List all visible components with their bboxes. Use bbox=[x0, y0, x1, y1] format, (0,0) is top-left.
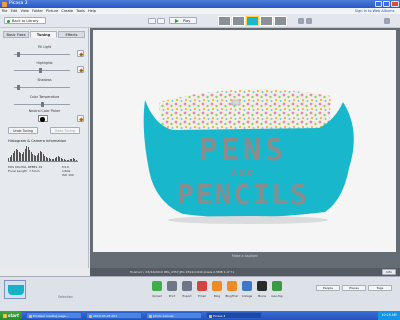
filmstrip-thumbnail[interactable] bbox=[274, 16, 287, 26]
histogram bbox=[8, 145, 78, 162]
print-icon[interactable] bbox=[167, 281, 177, 291]
info-button[interactable]: Info bbox=[382, 269, 396, 275]
filmstrip-thumbnail[interactable] bbox=[218, 16, 231, 26]
histogram-bar bbox=[75, 160, 77, 161]
taskbar-item-active[interactable]: Picasa 3 bbox=[206, 312, 262, 319]
play-label: Play bbox=[183, 19, 191, 23]
taskbar-item[interactable]: 2010-03-25 001 bbox=[86, 312, 142, 319]
play-icon bbox=[175, 19, 179, 24]
rotate-right-icon[interactable] bbox=[306, 18, 312, 24]
geotag-label: Geo-Tag bbox=[271, 294, 283, 298]
collage-icon[interactable] bbox=[242, 281, 252, 291]
fill-light-label: Fill Light bbox=[37, 45, 52, 49]
shadows-label: Shadows bbox=[37, 78, 52, 82]
collage-label: Collage bbox=[241, 294, 253, 298]
photo-info-text: finished • 03/24/2010 IMG_2357.JPG 2592x… bbox=[130, 270, 235, 274]
neutral-color-swatch[interactable] bbox=[38, 115, 48, 122]
eyedropper-icon[interactable] bbox=[77, 50, 84, 57]
rotate-left-icon[interactable] bbox=[298, 18, 304, 24]
tags-button[interactable]: Tags bbox=[368, 285, 392, 291]
photo-canvas[interactable]: PENS AND PENCILS Make a caption! bbox=[90, 28, 400, 268]
print-label: Print bbox=[168, 294, 176, 298]
neutral-color-picker-label: Neutral Color Picker bbox=[28, 109, 61, 113]
taskbar-clock: 10:16 AM bbox=[378, 311, 400, 320]
iso: ISO 100 bbox=[62, 173, 74, 177]
pouch-lining bbox=[159, 89, 331, 130]
selection-label: Selection bbox=[58, 295, 73, 299]
taskbar-item[interactable]: photo tutorial bbox=[146, 312, 202, 319]
back-to-library-label: Back to Library bbox=[12, 19, 39, 23]
eyedropper-icon[interactable] bbox=[77, 115, 84, 122]
color-temperature-slider[interactable] bbox=[14, 102, 70, 107]
pouch-text-pens: PENS bbox=[199, 133, 287, 168]
next-photo-button[interactable] bbox=[157, 18, 165, 24]
slider-knob[interactable] bbox=[16, 85, 20, 90]
highlights-label: Highlights bbox=[36, 61, 53, 65]
zoom-icon[interactable] bbox=[384, 18, 390, 24]
pouch-text-pencils: PENCILS bbox=[177, 178, 309, 211]
email-label: Email bbox=[198, 294, 206, 298]
histogram-title: Histogram & Camera Information bbox=[8, 139, 67, 143]
highlights-slider[interactable] bbox=[14, 68, 70, 73]
movie-label: Movie bbox=[257, 294, 267, 298]
slider-knob[interactable] bbox=[16, 52, 20, 57]
close-button[interactable] bbox=[391, 1, 399, 7]
focal-length: Focal Length: 7.5mm bbox=[8, 169, 40, 173]
window-title: Picasa 3 bbox=[9, 1, 28, 6]
shadows-slider[interactable] bbox=[14, 85, 70, 90]
windows-taskbar: start Problem loading page... 2010-03-25… bbox=[0, 311, 400, 320]
back-to-library-button[interactable]: Back to Library bbox=[4, 17, 46, 24]
slider-knob[interactable] bbox=[39, 68, 43, 73]
upload-label: Upload bbox=[152, 294, 162, 298]
movie-icon[interactable] bbox=[257, 281, 267, 291]
blogthis-icon[interactable] bbox=[227, 281, 237, 291]
minimize-button[interactable] bbox=[375, 1, 382, 7]
photo-tray: Selection Upload Print Export Email Blog Blog… bbox=[0, 276, 400, 311]
filmstrip-thumbnail[interactable] bbox=[232, 16, 245, 26]
people-button[interactable]: People bbox=[316, 285, 340, 291]
pouch-shadow bbox=[168, 216, 328, 224]
color-temperature-label: Color Temperature bbox=[29, 95, 60, 99]
blog-icon[interactable] bbox=[212, 281, 222, 291]
slider-knob[interactable] bbox=[40, 102, 44, 107]
export-label: Export bbox=[182, 294, 192, 298]
upload-icon[interactable] bbox=[152, 281, 162, 291]
undo-tuning-button[interactable]: Undo Tuning bbox=[8, 127, 38, 134]
start-button[interactable]: start bbox=[0, 311, 22, 320]
maximize-button[interactable] bbox=[383, 1, 390, 7]
filmstrip-thumbnail-selected[interactable] bbox=[246, 16, 259, 26]
taskbar-item[interactable]: Problem loading page... bbox=[26, 312, 82, 319]
export-icon[interactable] bbox=[182, 281, 192, 291]
email-icon[interactable] bbox=[197, 281, 207, 291]
tab-effects[interactable]: Effects bbox=[58, 31, 85, 38]
picasa-app-icon bbox=[2, 1, 7, 7]
filmstrip-thumbnail[interactable] bbox=[260, 16, 273, 26]
previous-photo-button[interactable] bbox=[148, 18, 156, 24]
geotag-icon[interactable] bbox=[272, 281, 282, 291]
caption-field[interactable]: Make a caption! bbox=[90, 254, 400, 258]
tab-basic-fixes[interactable]: Basic Fixes bbox=[3, 31, 29, 38]
eyedropper-icon[interactable] bbox=[77, 66, 84, 73]
toolbar: Back to Library Play bbox=[0, 14, 400, 28]
blog-label: Blog bbox=[213, 294, 221, 298]
tab-tuning[interactable]: Tuning bbox=[30, 31, 57, 38]
places-button[interactable]: Places bbox=[342, 285, 366, 291]
fill-light-slider[interactable] bbox=[14, 52, 70, 57]
back-arrow-icon bbox=[7, 19, 10, 23]
photo[interactable]: PENS AND PENCILS bbox=[93, 30, 396, 252]
pencil-pouch-photo: PENS AND PENCILS bbox=[143, 89, 354, 224]
title-bar: Picasa 3 bbox=[0, 0, 400, 8]
play-slideshow-button[interactable]: Play bbox=[169, 17, 197, 24]
blogthis-label: BlogThis! bbox=[225, 294, 239, 298]
selected-photo-thumbnail[interactable] bbox=[4, 280, 26, 299]
redo-tuning-button[interactable]: Redo Tuning bbox=[50, 127, 80, 134]
edit-panel: Basic Fixes Tuning Effects Fill Light Hi… bbox=[0, 28, 89, 268]
zipper-pull bbox=[231, 99, 241, 106]
info-strip: finished • 03/24/2010 IMG_2357.JPG 2592x… bbox=[90, 268, 400, 276]
